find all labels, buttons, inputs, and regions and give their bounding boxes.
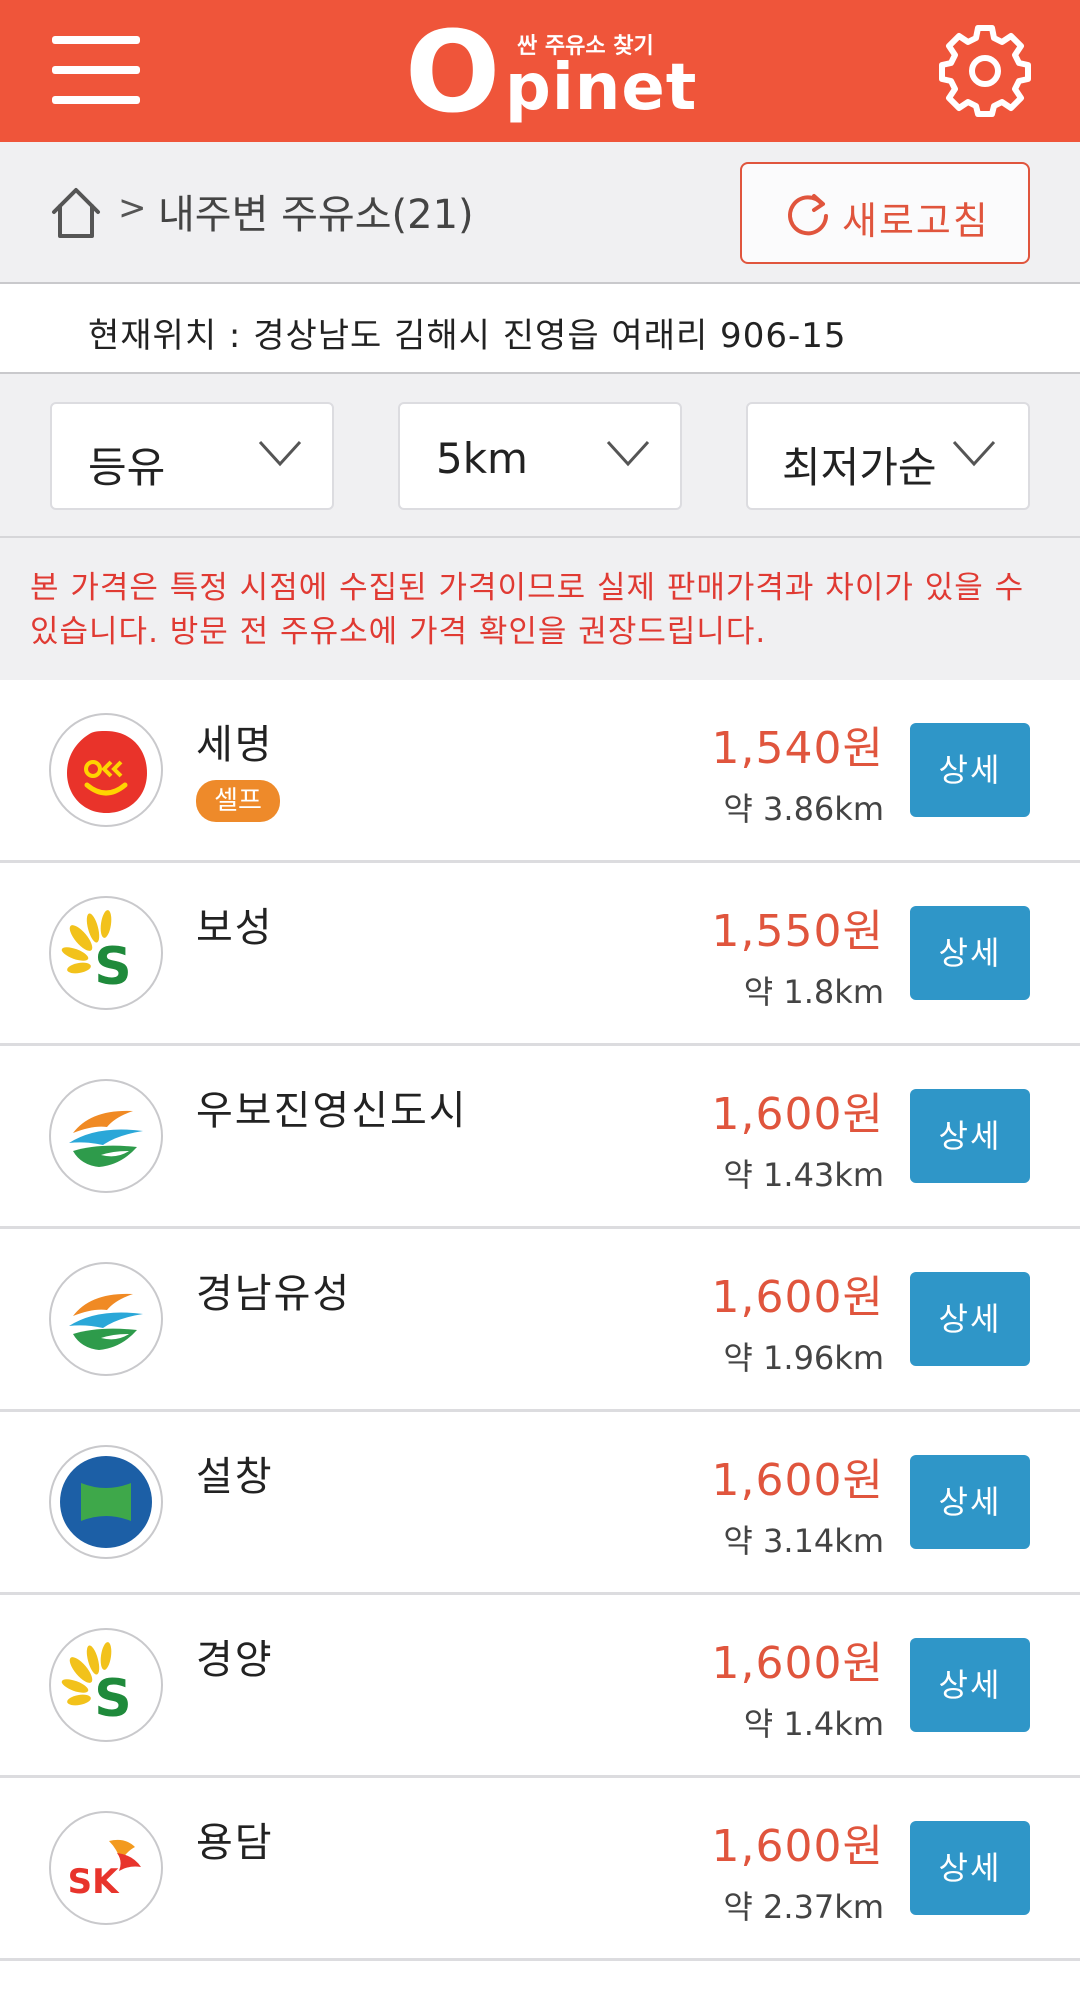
opinet-logo: O 싼 주유소 찾기 pinet xyxy=(405,14,705,132)
station-distance: 약 3.14km xyxy=(723,1522,884,1560)
station-price: 1,600원 xyxy=(711,1272,884,1323)
radius-select[interactable]: 5km xyxy=(398,402,682,510)
filter-bar: 등유 5km 최저가순 xyxy=(0,374,1080,538)
refresh-label: 새로고침 xyxy=(842,199,990,243)
svg-text:S: S xyxy=(94,937,131,997)
station-price: 1,600원 xyxy=(711,1455,884,1506)
detail-button[interactable]: 상세 xyxy=(910,1638,1030,1732)
detail-button[interactable]: 상세 xyxy=(910,723,1030,817)
station-row[interactable]: 경남유성 1,600원 약 1.96km 상세 xyxy=(0,1229,1080,1412)
station-name: 보성 xyxy=(196,905,274,951)
current-location: 현재위치 : 경상남도 김해시 진영읍 여래리 906-15 xyxy=(0,284,1080,374)
station-name: 경양 xyxy=(196,1637,274,1683)
s-oil-icon: S xyxy=(49,1628,163,1742)
detail-button[interactable]: 상세 xyxy=(910,1821,1030,1915)
station-price: 1,600원 xyxy=(711,1089,884,1140)
logo-letter: O xyxy=(405,8,501,138)
station-distance: 약 2.37km xyxy=(723,1888,884,1926)
detail-button[interactable]: 상세 xyxy=(910,1272,1030,1366)
station-price: 1,600원 xyxy=(711,1638,884,1689)
sort-select[interactable]: 최저가순 xyxy=(746,402,1030,510)
station-distance: 약 1.96km xyxy=(723,1339,884,1377)
station-name: 우보진영신도시 xyxy=(196,1088,468,1134)
chevron-down-icon xyxy=(606,440,650,467)
station-name: 용담 xyxy=(196,1820,274,1866)
station-row[interactable]: S 보성 1,550원 약 1.8km 상세 xyxy=(0,863,1080,1046)
price-notice-text: 본 가격은 특정 시점에 수집된 가격이므로 실제 판매가격과 차이가 있을 수… xyxy=(30,570,1025,650)
fuel-type-value: 등유 xyxy=(88,443,166,492)
hamburger-menu-icon[interactable] xyxy=(52,36,140,104)
station-row[interactable]: 우보진영신도시 1,600원 약 1.43km 상세 xyxy=(0,1046,1080,1229)
refresh-button[interactable]: 새로고침 xyxy=(740,162,1030,264)
station-name: 설창 xyxy=(196,1454,274,1500)
detail-button[interactable]: 상세 xyxy=(910,1455,1030,1549)
svg-text:S: S xyxy=(94,1669,131,1729)
breadcrumb-current: 내주변 주유소(21) xyxy=(158,192,474,238)
gs-icon xyxy=(49,1262,163,1376)
station-name: 경남유성 xyxy=(196,1271,352,1317)
s-oil-icon: S xyxy=(49,896,163,1010)
station-distance: 약 1.4km xyxy=(743,1705,884,1743)
fuel-type-select[interactable]: 등유 xyxy=(50,402,334,510)
station-row[interactable]: SK 용담 1,600원 약 2.37km 상세 xyxy=(0,1778,1080,1961)
self-service-badge: 셀프 xyxy=(196,780,280,822)
detail-button[interactable]: 상세 xyxy=(910,906,1030,1000)
station-price: 1,540원 xyxy=(711,723,884,774)
radius-value: 5km xyxy=(436,434,528,483)
logo-text: pinet xyxy=(505,51,698,125)
chevron-down-icon xyxy=(258,440,302,467)
breadcrumb-separator: > xyxy=(118,188,147,228)
breadcrumb: > 내주변 주유소(21) 새로고침 xyxy=(0,142,1080,284)
station-row[interactable]: 설창 1,600원 약 3.14km 상세 xyxy=(0,1412,1080,1595)
detail-button[interactable]: 상세 xyxy=(910,1089,1030,1183)
ok-icon xyxy=(49,713,163,827)
svg-text:SK: SK xyxy=(68,1862,120,1902)
gs-icon xyxy=(49,1079,163,1193)
sk-icon: SK xyxy=(49,1811,163,1925)
home-icon[interactable] xyxy=(50,186,102,240)
top-bar: O 싼 주유소 찾기 pinet xyxy=(0,0,1080,142)
gear-icon[interactable] xyxy=(938,24,1032,118)
station-row[interactable]: S 경양 1,600원 약 1.4km 상세 xyxy=(0,1595,1080,1778)
sort-value: 최저가순 xyxy=(782,443,937,492)
hyundai-icon xyxy=(49,1445,163,1559)
current-location-text: 현재위치 : 경상남도 김해시 진영읍 여래리 906-15 xyxy=(88,316,847,356)
station-name: 세명 xyxy=(196,722,274,768)
station-distance: 약 1.8km xyxy=(743,973,884,1011)
price-notice: 본 가격은 특정 시점에 수집된 가격이므로 실제 판매가격과 차이가 있을 수… xyxy=(0,538,1080,680)
chevron-down-icon xyxy=(952,440,996,467)
refresh-icon xyxy=(788,194,828,236)
station-price: 1,600원 xyxy=(711,1821,884,1872)
station-row[interactable]: 세명 셀프 1,540원 약 3.86km 상세 xyxy=(0,680,1080,863)
station-price: 1,550원 xyxy=(711,906,884,957)
station-distance: 약 3.86km xyxy=(723,790,884,828)
station-distance: 약 1.43km xyxy=(723,1156,884,1194)
